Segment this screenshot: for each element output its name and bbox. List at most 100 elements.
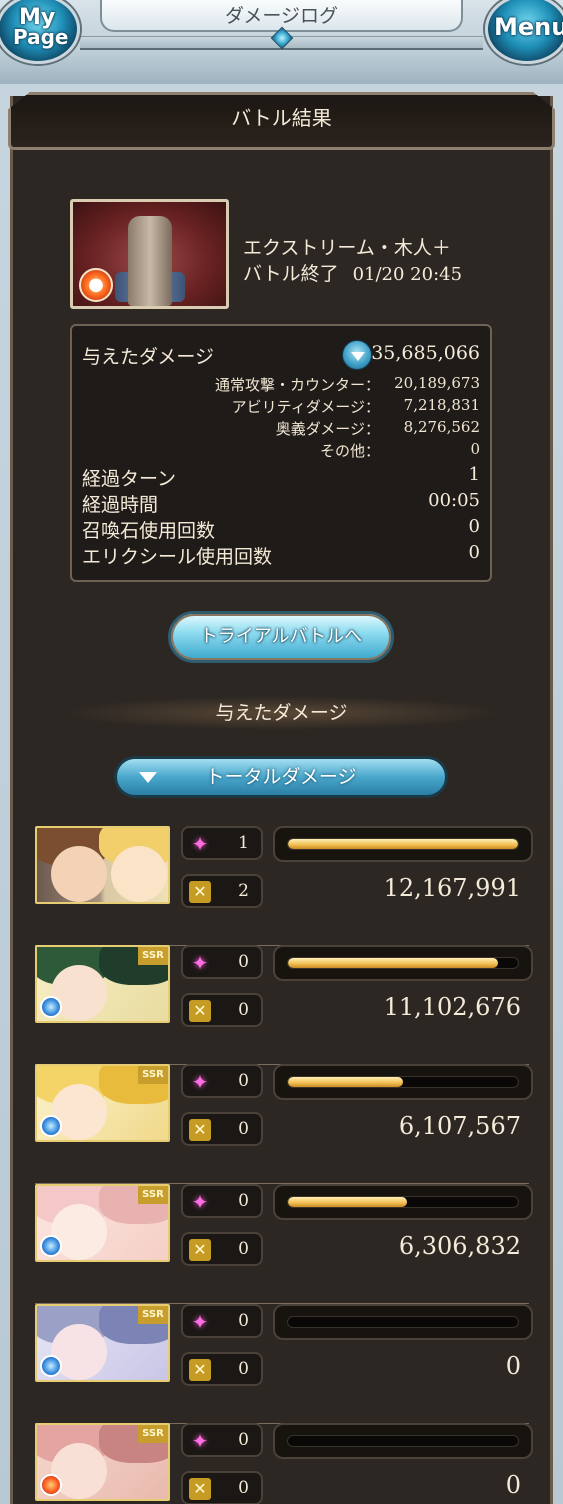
character-portrait[interactable]: SSR <box>35 1423 170 1501</box>
character-row[interactable]: ✦ 1 ✕ 2 12,167,991 <box>35 826 535 946</box>
elixir-value: 0 <box>468 542 480 563</box>
breakdown-value: 20,189,673 <box>394 374 480 392</box>
ssr-badge: SSR <box>138 1066 168 1084</box>
chain-count: ✕ 0 <box>181 993 263 1027</box>
breakdown-label: アビリティダメージ： <box>231 398 380 416</box>
damage-bar-fill <box>288 958 498 968</box>
character-row[interactable]: SSR ✦ 0 ✕ 0 0 <box>35 1304 535 1424</box>
battle-status-label: バトル終了 <box>243 263 339 285</box>
time-row: 経過時間 00:05 <box>82 490 480 516</box>
damage-bar <box>273 1184 533 1220</box>
section-heading: 与えたダメージ <box>60 696 503 730</box>
charge-attack-count: ✦ 1 <box>181 826 263 860</box>
breakdown-label: その他： <box>319 442 380 460</box>
menu-button[interactable]: Menu <box>485 0 563 64</box>
water-element-icon <box>40 996 62 1018</box>
elixir-row: エリクシール使用回数 0 <box>82 542 480 568</box>
character-portrait[interactable] <box>35 826 170 904</box>
turns-value: 1 <box>468 464 480 485</box>
chain-value: 0 <box>238 1359 249 1379</box>
mypage-button[interactable]: My Page <box>0 0 80 64</box>
trial-battle-button[interactable]: トライアルバトルへ <box>168 611 394 663</box>
damage-value: 11,102,676 <box>383 993 521 1021</box>
charge-attack-count: ✦ 0 <box>181 1304 263 1338</box>
charge-attack-icon: ✦ <box>191 1070 209 1094</box>
chain-icon: ✕ <box>189 1359 211 1381</box>
charge-attack-value: 0 <box>238 1191 249 1211</box>
charge-attack-icon: ✦ <box>191 1190 209 1214</box>
portrait-face <box>111 846 167 902</box>
damage-bar <box>273 1304 533 1340</box>
summon-label: 召喚石使用回数 <box>82 520 216 542</box>
summon-value: 0 <box>468 516 480 537</box>
water-element-icon <box>40 1355 62 1377</box>
charge-attack-icon: ✦ <box>191 1310 209 1334</box>
boss-statue <box>128 216 172 306</box>
damage-value: 0 <box>505 1471 521 1499</box>
charge-attack-value: 0 <box>238 1311 249 1331</box>
breakdown-value: 7,218,831 <box>403 396 480 414</box>
chain-count: ✕ 0 <box>181 1232 263 1266</box>
character-portrait[interactable]: SSR <box>35 1304 170 1382</box>
chain-icon: ✕ <box>189 1000 211 1022</box>
chain-count: ✕ 0 <box>181 1471 263 1504</box>
character-portrait[interactable]: SSR <box>35 945 170 1023</box>
breakdown-value: 0 <box>470 440 480 458</box>
battle-status: バトル終了 01/20 20:45 <box>243 259 462 286</box>
time-label: 経過時間 <box>82 494 159 516</box>
boss-name: エクストリーム・木人＋ <box>243 237 451 259</box>
character-row[interactable]: SSR ✦ 0 ✕ 0 6,306,832 <box>35 1184 535 1304</box>
breakdown-label: 通常攻撃・カウンター： <box>214 376 380 394</box>
boss-thumbnail: ● <box>70 199 229 309</box>
character-portrait[interactable]: SSR <box>35 1064 170 1142</box>
damage-bar-track <box>287 838 519 850</box>
time-value: 00:05 <box>428 490 480 511</box>
damage-total-label: 与えたダメージ <box>82 346 215 368</box>
damage-value: 6,107,567 <box>398 1112 521 1140</box>
character-portrait[interactable]: SSR <box>35 1184 170 1262</box>
chain-count: ✕ 2 <box>181 874 263 908</box>
damage-value: 12,167,991 <box>383 874 521 902</box>
character-row[interactable]: SSR ✦ 0 ✕ 0 6,107,567 <box>35 1064 535 1184</box>
character-row[interactable]: SSR ✦ 0 ✕ 0 11,102,676 <box>35 945 535 1065</box>
charge-attack-icon: ✦ <box>191 1429 209 1453</box>
character-row[interactable]: SSR ✦ 0 ✕ 0 0 <box>35 1423 535 1504</box>
damage-value: 6,306,832 <box>398 1232 521 1260</box>
damage-bar-track <box>287 1316 519 1328</box>
damage-bar <box>273 1423 533 1459</box>
water-element-icon <box>40 1235 62 1257</box>
breakdown-normal: 通常攻撃・カウンター： 20,189,673 <box>82 374 480 396</box>
charge-attack-count: ✦ 0 <box>181 1064 263 1098</box>
damage-bar <box>273 1064 533 1100</box>
total-damage-select[interactable]: トータルダメージ <box>114 756 448 798</box>
ssr-badge: SSR <box>138 1306 168 1324</box>
fire-element-icon <box>40 1474 62 1496</box>
damage-value: 0 <box>505 1352 521 1380</box>
breakdown-value: 8,276,562 <box>403 418 480 436</box>
chain-icon: ✕ <box>189 881 211 903</box>
summon-row: 召喚石使用回数 0 <box>82 516 480 542</box>
breakdown-other: その他： 0 <box>82 440 480 462</box>
chain-icon: ✕ <box>189 1478 211 1500</box>
chain-icon: ✕ <box>189 1119 211 1141</box>
damage-bar-track <box>287 957 519 969</box>
chain-value: 2 <box>238 881 249 901</box>
chain-count: ✕ 0 <box>181 1112 263 1146</box>
charge-attack-count: ✦ 0 <box>181 1423 263 1457</box>
charge-attack-value: 0 <box>238 1430 249 1450</box>
breakdown-ougi: 奥義ダメージ： 8,276,562 <box>82 418 480 440</box>
ssr-badge: SSR <box>138 947 168 965</box>
mypage-label-line2: Page <box>13 25 69 49</box>
chain-value: 0 <box>238 1119 249 1139</box>
chain-count: ✕ 0 <box>181 1352 263 1386</box>
water-element-icon <box>40 1115 62 1137</box>
turns-label: 経過ターン <box>82 468 177 490</box>
turns-row: 経過ターン 1 <box>82 464 480 490</box>
charge-attack-count: ✦ 0 <box>181 945 263 979</box>
damage-dropdown-icon[interactable] <box>342 340 372 370</box>
damage-bar-track <box>287 1435 519 1447</box>
chain-value: 0 <box>238 1000 249 1020</box>
elixir-label: エリクシール使用回数 <box>82 546 273 568</box>
breakdown-ability: アビリティダメージ： 7,218,831 <box>82 396 480 418</box>
damage-bar-fill <box>288 1077 404 1087</box>
